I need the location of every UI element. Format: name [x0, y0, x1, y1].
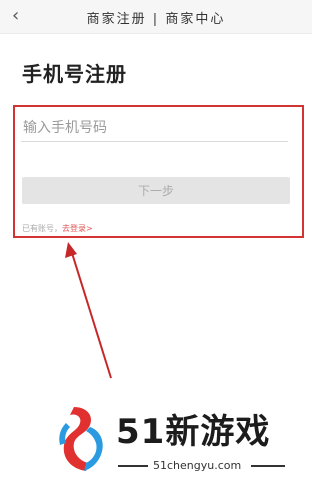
url-rule-left — [118, 465, 148, 467]
brand-logo-icon — [59, 407, 103, 471]
url-rule-right — [251, 465, 285, 467]
brand-name: 51新游戏 — [116, 412, 271, 452]
brand-url: 51chengyu.com — [153, 459, 242, 472]
